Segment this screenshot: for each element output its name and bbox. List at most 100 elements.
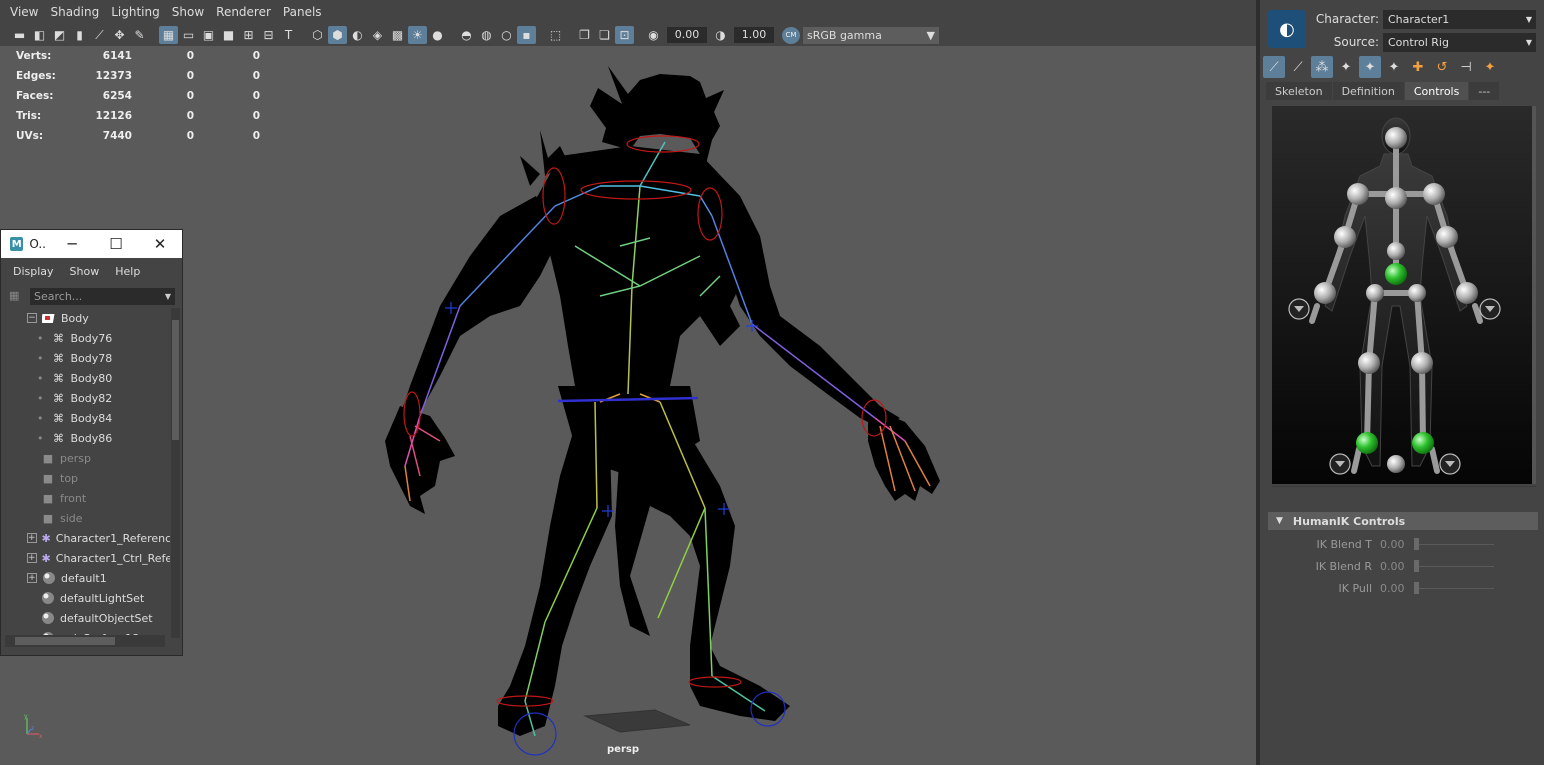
wireframe-icon[interactable]: ⬡ bbox=[308, 26, 327, 44]
field-chart-icon[interactable]: ⊞ bbox=[239, 26, 258, 44]
outliner-item-body82[interactable]: • ⌘ Body82 bbox=[5, 388, 170, 408]
outliner-item-default-object-set[interactable]: defaultObjectSet bbox=[5, 608, 170, 628]
exposure-icon[interactable]: ◉ bbox=[644, 26, 663, 44]
tab-definition[interactable]: Definition bbox=[1332, 82, 1404, 100]
select-bone-icon[interactable]: ⟋ bbox=[1287, 56, 1309, 78]
isolate-select-icon[interactable]: ⬚ bbox=[546, 26, 565, 44]
character-dropdown[interactable]: Character1 ▼ bbox=[1383, 10, 1536, 29]
selection-mode-icon[interactable]: ✦ bbox=[1383, 56, 1405, 78]
outliner-item-body84[interactable]: • ⌘ Body84 bbox=[5, 408, 170, 428]
screen-space-ao-icon[interactable]: ◓ bbox=[457, 26, 476, 44]
tab-controls[interactable]: Controls bbox=[1404, 82, 1469, 100]
2d-pan-zoom-icon[interactable]: ✥ bbox=[110, 26, 129, 44]
close-button[interactable]: ✕ bbox=[138, 235, 182, 253]
maximize-button[interactable]: ☐ bbox=[94, 235, 138, 253]
slider-handle[interactable] bbox=[1414, 537, 1419, 550]
humanik-view-scrollbar[interactable] bbox=[1532, 106, 1536, 484]
slider-value[interactable]: 0.00 bbox=[1380, 538, 1414, 551]
ik-blend-r-slider[interactable] bbox=[1414, 559, 1494, 572]
camera-attributes-icon[interactable]: ◧ bbox=[30, 26, 49, 44]
outliner-item-character1-ctrl-reference[interactable]: + ✱ Character1_Ctrl_Reference bbox=[5, 548, 170, 568]
scrollbar-thumb[interactable] bbox=[172, 320, 179, 440]
shadows-icon[interactable]: ● bbox=[428, 26, 447, 44]
ik-pull-slider[interactable] bbox=[1414, 581, 1494, 594]
outliner-titlebar[interactable]: M O.. ─ ☐ ✕ bbox=[1, 230, 182, 258]
expand-toggle[interactable]: + bbox=[27, 553, 37, 563]
grid-icon[interactable]: ▦ bbox=[159, 26, 178, 44]
view-transform-select[interactable]: sRGB gamma ▼ bbox=[803, 26, 939, 44]
grease-pencil-icon[interactable]: ✎ bbox=[130, 26, 149, 44]
scrollbar-thumb[interactable] bbox=[15, 637, 115, 645]
motion-blur-icon[interactable]: ◍ bbox=[477, 26, 496, 44]
outliner-item-front[interactable]: ■ front bbox=[5, 488, 170, 508]
outliner-menu-show[interactable]: Show bbox=[62, 265, 108, 278]
wireframe-on-shaded-icon[interactable]: ◈ bbox=[368, 26, 387, 44]
resolution-gate-icon[interactable]: ▣ bbox=[199, 26, 218, 44]
pin-rotation-icon[interactable]: ↺ bbox=[1431, 56, 1453, 78]
ik-blend-t-slider[interactable] bbox=[1414, 537, 1494, 550]
menu-lighting[interactable]: Lighting bbox=[105, 5, 166, 19]
outliner-search-input[interactable]: Search... ▼ bbox=[30, 287, 175, 305]
outliner-item-body78[interactable]: • ⌘ Body78 bbox=[5, 348, 170, 368]
select-effector-icon[interactable]: ⟋ bbox=[1263, 56, 1285, 78]
xray-joints-icon[interactable]: ⊡ bbox=[615, 26, 634, 44]
anti-aliasing-icon[interactable]: ○ bbox=[497, 26, 516, 44]
outliner-item-top[interactable]: ■ top bbox=[5, 468, 170, 488]
outliner-item-body80[interactable]: • ⌘ Body80 bbox=[5, 368, 170, 388]
outliner-horizontal-scrollbar[interactable] bbox=[5, 635, 165, 647]
pin-translation-icon[interactable]: ✚ bbox=[1407, 56, 1429, 78]
outliner-menu-help[interactable]: Help bbox=[107, 265, 148, 278]
menu-shading[interactable]: Shading bbox=[44, 5, 105, 19]
outliner-item-side[interactable]: ■ side bbox=[5, 508, 170, 528]
smooth-shade-icon[interactable]: ⬢ bbox=[328, 26, 347, 44]
select-camera-icon[interactable]: ▬ bbox=[10, 26, 29, 44]
chevron-down-icon[interactable]: ▼ bbox=[165, 292, 171, 301]
3d-viewport[interactable]: Verts: 6141 0 0 Edges: 12373 0 0 Faces: … bbox=[0, 46, 1256, 765]
slider-value[interactable]: 0.00 bbox=[1380, 560, 1414, 573]
menu-show[interactable]: Show bbox=[166, 5, 210, 19]
collapse-triangle-icon[interactable]: ▼ bbox=[1276, 516, 1283, 526]
collapse-toggle[interactable]: − bbox=[27, 313, 37, 323]
body-part-icon[interactable]: ✦ bbox=[1335, 56, 1357, 78]
outliner-item-persp[interactable]: ■ persp bbox=[5, 448, 170, 468]
exposure-field[interactable]: 0.00 bbox=[667, 27, 707, 43]
outliner-item-default-light-set[interactable]: defaultLightSet bbox=[5, 588, 170, 608]
source-dropdown[interactable]: Control Rig ▼ bbox=[1383, 33, 1536, 52]
tab-more[interactable]: --- bbox=[1469, 82, 1500, 100]
gamma-field[interactable]: 1.00 bbox=[734, 27, 774, 43]
full-body-icon[interactable]: ⁂ bbox=[1311, 56, 1333, 78]
release-pin-icon[interactable]: ⊣ bbox=[1455, 56, 1477, 78]
outliner-item-character1-reference[interactable]: + ✱ Character1_Reference bbox=[5, 528, 170, 548]
expand-toggle[interactable]: + bbox=[27, 533, 37, 543]
menu-renderer[interactable]: Renderer bbox=[210, 5, 277, 19]
menu-view[interactable]: View bbox=[4, 5, 44, 19]
use-all-lights-icon[interactable]: ☀ bbox=[408, 26, 427, 44]
outliner-menu-display[interactable]: Display bbox=[5, 265, 62, 278]
outliner-item-default1[interactable]: + default1 bbox=[5, 568, 170, 588]
filter-icon[interactable]: ▦ bbox=[9, 289, 25, 303]
tab-skeleton[interactable]: Skeleton bbox=[1266, 82, 1332, 100]
gamma-icon[interactable]: ◑ bbox=[711, 26, 730, 44]
color-management-icon[interactable]: CM bbox=[782, 26, 800, 44]
image-plane-icon[interactable]: ⟋ bbox=[90, 26, 109, 44]
camera-bookmark-icon[interactable]: ◩ bbox=[50, 26, 69, 44]
outliner-item-body76[interactable]: • ⌘ Body76 bbox=[5, 328, 170, 348]
expand-toggle[interactable]: + bbox=[27, 573, 37, 583]
gate-mask-icon[interactable]: ■ bbox=[219, 26, 238, 44]
menu-panels[interactable]: Panels bbox=[277, 5, 328, 19]
safe-title-icon[interactable]: T bbox=[279, 26, 298, 44]
mirror-icon[interactable]: ✦ bbox=[1479, 56, 1501, 78]
humanik-controls-header[interactable]: ▼ HumanIK Controls bbox=[1268, 512, 1538, 530]
safe-action-icon[interactable]: ⊟ bbox=[259, 26, 278, 44]
outliner-item-body[interactable]: − Body bbox=[5, 308, 170, 328]
slider-handle[interactable] bbox=[1414, 559, 1419, 572]
xray-active-components-icon[interactable]: ❏ bbox=[595, 26, 614, 44]
depth-of-field-icon[interactable]: ▪ bbox=[517, 26, 536, 44]
outliner-item-body86[interactable]: • ⌘ Body86 bbox=[5, 428, 170, 448]
use-default-material-icon[interactable]: ◐ bbox=[348, 26, 367, 44]
humanik-logo-icon[interactable]: ◐ bbox=[1268, 10, 1306, 48]
film-gate-icon[interactable]: ▭ bbox=[179, 26, 198, 44]
slider-handle[interactable] bbox=[1414, 581, 1419, 594]
full-body-ik-icon[interactable]: ✦ bbox=[1359, 56, 1381, 78]
slider-value[interactable]: 0.00 bbox=[1380, 582, 1414, 595]
